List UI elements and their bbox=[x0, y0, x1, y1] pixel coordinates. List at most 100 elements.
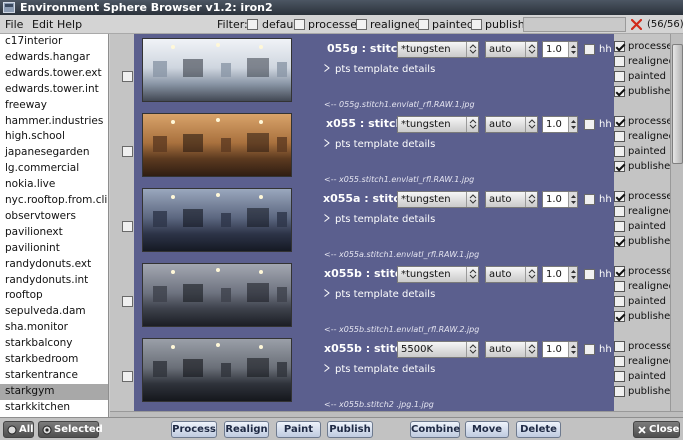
delete-button[interactable]: Delete bbox=[516, 421, 561, 438]
hh-checkbox[interactable] bbox=[584, 194, 595, 205]
select-selected-button[interactable]: Selected bbox=[38, 421, 103, 438]
filter-processed-checkbox[interactable] bbox=[294, 19, 305, 30]
hh-checkbox[interactable] bbox=[584, 44, 595, 55]
spin-arrows-icon[interactable] bbox=[568, 192, 577, 207]
select-all-button[interactable]: All bbox=[3, 421, 34, 438]
color-preset-dropdown[interactable]: *tungsten bbox=[397, 266, 479, 283]
status-realigned-checkbox[interactable] bbox=[614, 356, 625, 367]
sidebar-item[interactable]: randydonuts.ext bbox=[0, 257, 108, 273]
publish-button[interactable]: Publish bbox=[327, 421, 373, 438]
sidebar-item[interactable]: edwards.tower.ext bbox=[0, 66, 108, 82]
sidebar-item[interactable]: freeway bbox=[0, 98, 108, 114]
close-button[interactable]: Close bbox=[633, 421, 680, 438]
spin-arrows-icon[interactable] bbox=[568, 267, 577, 282]
sidebar-item[interactable]: starkentrance bbox=[0, 368, 108, 384]
sidebar-item[interactable]: observtowers bbox=[0, 209, 108, 225]
combine-button[interactable]: Combine bbox=[410, 421, 460, 438]
template-details-toggle[interactable]: pts template details bbox=[324, 63, 435, 76]
status-realigned-checkbox[interactable] bbox=[614, 56, 625, 67]
sidebar-item[interactable]: rooftop bbox=[0, 288, 108, 304]
status-processed-checkbox[interactable] bbox=[614, 191, 625, 202]
status-realigned-checkbox[interactable] bbox=[614, 206, 625, 217]
color-preset-dropdown[interactable]: *tungsten bbox=[397, 41, 479, 58]
sidebar-item[interactable]: edwards.hangar bbox=[0, 50, 108, 66]
status-realigned-checkbox[interactable] bbox=[614, 131, 625, 142]
realign-button[interactable]: Realign bbox=[224, 421, 269, 438]
sidebar-item[interactable]: starkbalcony bbox=[0, 336, 108, 352]
sidebar-item[interactable]: japanesegarden bbox=[0, 145, 108, 161]
status-processed-checkbox[interactable] bbox=[614, 266, 625, 277]
status-painted-checkbox[interactable] bbox=[614, 221, 625, 232]
status-painted-checkbox[interactable] bbox=[614, 71, 625, 82]
hh-checkbox[interactable] bbox=[584, 119, 595, 130]
record-select-checkbox[interactable] bbox=[122, 221, 133, 232]
exposure-spinbox[interactable]: 1.0 bbox=[542, 341, 578, 358]
sidebar-item[interactable]: c17interior bbox=[0, 34, 108, 50]
status-painted-checkbox[interactable] bbox=[614, 146, 625, 157]
record-select-checkbox[interactable] bbox=[122, 71, 133, 82]
mode-dropdown[interactable]: auto bbox=[485, 116, 538, 133]
template-details-toggle[interactable]: pts template details bbox=[324, 363, 435, 376]
filter-realigned-checkbox[interactable] bbox=[356, 19, 367, 30]
template-details-toggle[interactable]: pts template details bbox=[324, 138, 435, 151]
sidebar-item[interactable]: lg.commercial bbox=[0, 161, 108, 177]
spin-arrows-icon[interactable] bbox=[568, 117, 577, 132]
color-preset-dropdown[interactable]: *tungsten bbox=[397, 191, 479, 208]
filter-published-checkbox[interactable] bbox=[471, 19, 482, 30]
menu-edit[interactable]: Edit bbox=[32, 18, 53, 31]
status-painted-checkbox[interactable] bbox=[614, 371, 625, 382]
sidebar-item[interactable]: high.school bbox=[0, 129, 108, 145]
panorama-thumbnail[interactable] bbox=[142, 188, 292, 252]
template-details-toggle[interactable]: pts template details bbox=[324, 213, 435, 226]
sidebar-item[interactable]: sepulveda.dam bbox=[0, 304, 108, 320]
filter-painted-checkbox[interactable] bbox=[418, 19, 429, 30]
search-input[interactable] bbox=[523, 17, 626, 32]
filter-default-checkbox[interactable] bbox=[247, 19, 258, 30]
menu-file[interactable]: File bbox=[5, 18, 23, 31]
menu-help[interactable]: Help bbox=[57, 18, 82, 31]
hh-checkbox[interactable] bbox=[584, 269, 595, 280]
sidebar-item[interactable]: edwards.tower.int bbox=[0, 82, 108, 98]
template-details-toggle[interactable]: pts template details bbox=[324, 288, 435, 301]
mode-dropdown[interactable]: auto bbox=[485, 41, 538, 58]
status-realigned-checkbox[interactable] bbox=[614, 281, 625, 292]
exposure-spinbox[interactable]: 1.0 bbox=[542, 266, 578, 283]
color-preset-dropdown[interactable]: 5500K bbox=[397, 341, 479, 358]
mode-dropdown[interactable]: auto bbox=[485, 266, 538, 283]
status-published-checkbox[interactable] bbox=[614, 161, 625, 172]
mode-dropdown[interactable]: auto bbox=[485, 191, 538, 208]
sidebar-item[interactable]: nokia.live bbox=[0, 177, 108, 193]
status-published-checkbox[interactable] bbox=[614, 386, 625, 397]
hh-checkbox[interactable] bbox=[584, 344, 595, 355]
paint-button[interactable]: Paint bbox=[276, 421, 321, 438]
sidebar-item[interactable]: hammer.industries bbox=[0, 114, 108, 130]
vertical-scrollbar[interactable] bbox=[670, 34, 683, 411]
status-published-checkbox[interactable] bbox=[614, 86, 625, 97]
spin-arrows-icon[interactable] bbox=[568, 42, 577, 57]
panorama-thumbnail[interactable] bbox=[142, 38, 292, 102]
exposure-spinbox[interactable]: 1.0 bbox=[542, 191, 578, 208]
sidebar-item[interactable]: nyc.rooftop.from.client bbox=[0, 193, 108, 209]
record-select-checkbox[interactable] bbox=[122, 296, 133, 307]
status-published-checkbox[interactable] bbox=[614, 311, 625, 322]
exposure-spinbox[interactable]: 1.0 bbox=[542, 116, 578, 133]
mode-dropdown[interactable]: auto bbox=[485, 341, 538, 358]
record-select-checkbox[interactable] bbox=[122, 371, 133, 382]
vertical-scroll-thumb[interactable] bbox=[672, 44, 683, 164]
sidebar-item[interactable]: sha.monitor bbox=[0, 320, 108, 336]
record-select-checkbox[interactable] bbox=[122, 146, 133, 157]
status-painted-checkbox[interactable] bbox=[614, 296, 625, 307]
color-preset-dropdown[interactable]: *tungsten bbox=[397, 116, 479, 133]
status-processed-checkbox[interactable] bbox=[614, 41, 625, 52]
status-published-checkbox[interactable] bbox=[614, 236, 625, 247]
spin-arrows-icon[interactable] bbox=[568, 342, 577, 357]
status-processed-checkbox[interactable] bbox=[614, 116, 625, 127]
sidebar-item[interactable]: pavilionext bbox=[0, 225, 108, 241]
clear-filter-icon[interactable] bbox=[631, 19, 642, 30]
process-button[interactable]: Process bbox=[171, 421, 217, 438]
status-processed-checkbox[interactable] bbox=[614, 341, 625, 352]
sidebar-item[interactable]: starkkitchen bbox=[0, 400, 108, 416]
sidebar-item[interactable]: starkbedroom bbox=[0, 352, 108, 368]
sidebar-item[interactable]: starkgym bbox=[0, 383, 108, 400]
sidebar-item[interactable]: pavilionint bbox=[0, 241, 108, 257]
